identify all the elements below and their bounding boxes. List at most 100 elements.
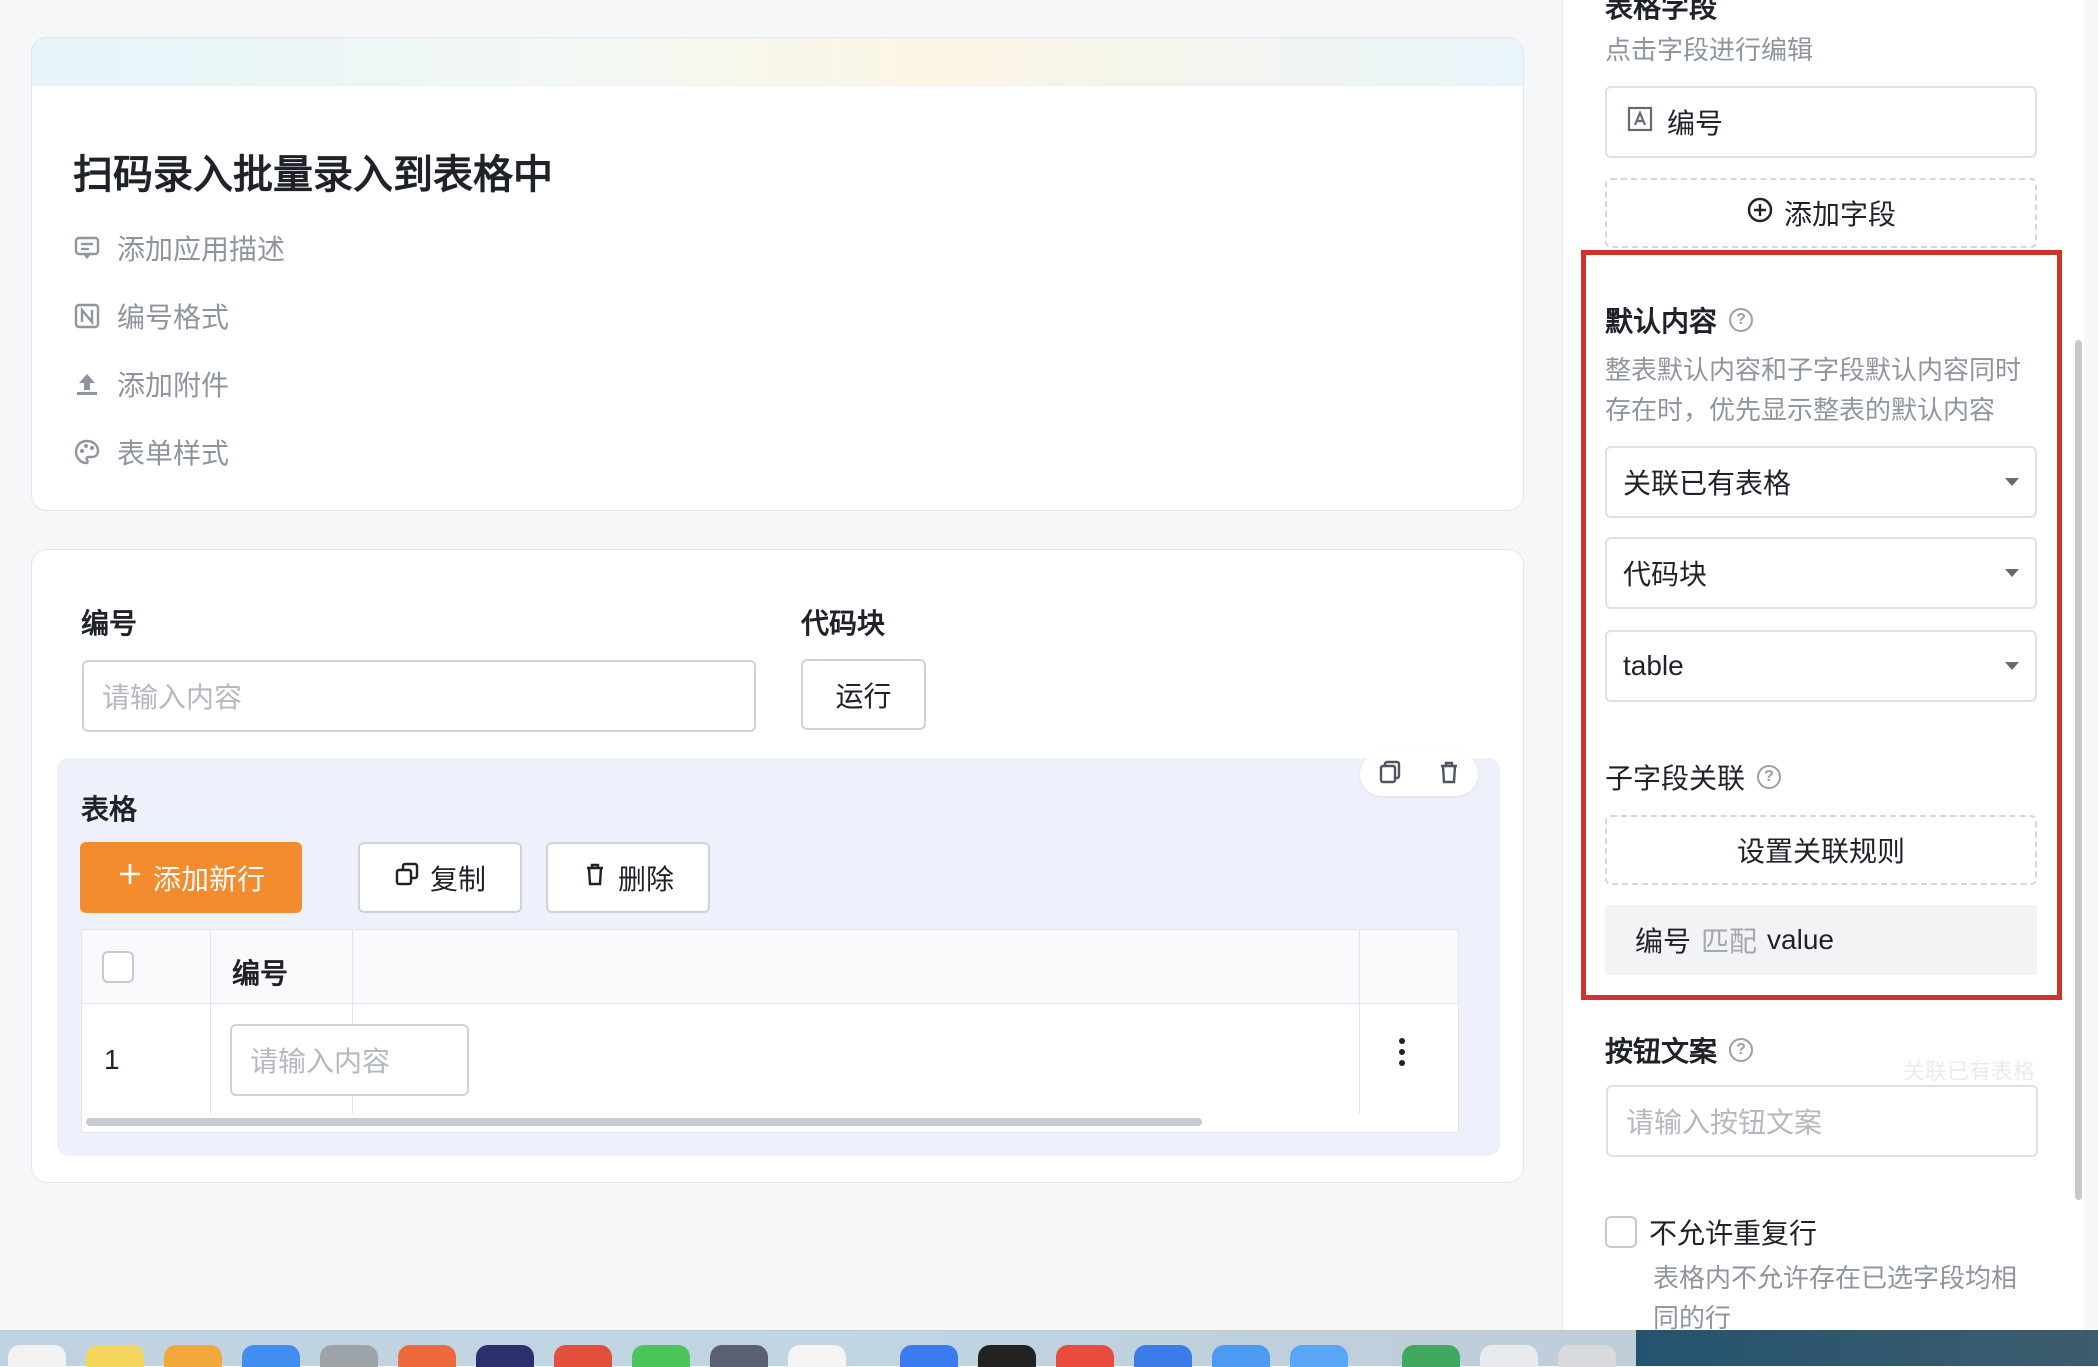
chrome-icon[interactable]	[554, 1345, 612, 1367]
rule-left-field: 编号	[1635, 926, 1692, 957]
copy-rows-button[interactable]: 复制	[358, 842, 522, 913]
set-link-rule-button[interactable]: 设置关联规则	[1605, 815, 2037, 885]
help-icon[interactable]: ?	[1729, 1038, 1754, 1062]
delete-label: 删除	[617, 863, 674, 895]
table-fields-hint: 点击字段进行编辑	[1605, 35, 1814, 65]
plus-icon	[117, 861, 143, 894]
button-text-heading: 按钮文案 ?	[1605, 1030, 1754, 1070]
code-block-label: 代码块	[801, 608, 886, 639]
panel-scrollbar[interactable]	[2075, 340, 2082, 1200]
pages-icon[interactable]	[164, 1345, 222, 1367]
no-duplicate-checkbox[interactable]	[1605, 1216, 1637, 1248]
upload-icon	[73, 370, 101, 398]
button-text-title: 按钮文案	[1605, 1036, 1718, 1067]
select-all-checkbox[interactable]	[102, 951, 134, 983]
app-window: 扫码录入批量录入到表格中 添加应用描述 编号格式 添加附件 表单样式 编号 请输…	[0, 0, 2098, 1330]
preview-icon[interactable]	[1134, 1345, 1192, 1367]
table-fields-title: 表格字段	[1605, 0, 1718, 23]
more-icon[interactable]	[1399, 1038, 1405, 1071]
add-description-option[interactable]: 添加应用描述	[73, 228, 285, 268]
rule-operator: 匹配	[1701, 926, 1758, 957]
source-field-value: 代码块	[1623, 559, 1708, 590]
source-table-select[interactable]: table	[1605, 630, 2037, 702]
run-button[interactable]: 运行	[801, 659, 926, 730]
no-duplicate-label: 不允许重复行	[1649, 1218, 1818, 1249]
column-divider	[210, 930, 211, 1114]
option-label: 表单样式	[117, 438, 230, 469]
postman-icon[interactable]	[398, 1345, 456, 1367]
finder-icon[interactable]	[8, 1345, 66, 1367]
trash-icon[interactable]	[1436, 759, 1462, 790]
feishu-icon[interactable]	[1212, 1345, 1270, 1367]
sub-table: 编号 1 请输入内容	[81, 929, 1459, 1133]
no-duplicate-option[interactable]: 不允许重复行	[1605, 1212, 1817, 1252]
option-label: 添加附件	[117, 370, 230, 401]
drive-icon[interactable]	[788, 1345, 846, 1367]
form-fields-card: 编号 请输入内容 代码块 运行 表格 添加新行 复制 删除 编号 1 请输入内容	[31, 549, 1524, 1183]
default-content-hint-1: 整表默认内容和子字段默认内容同时	[1605, 355, 2022, 385]
sub-field-link-title: 子字段关联	[1605, 763, 1746, 794]
copy-icon	[394, 861, 420, 894]
default-mode-select[interactable]: 关联已有表格	[1605, 446, 2037, 518]
horizontal-scrollbar[interactable]	[86, 1118, 1202, 1126]
number-format-option[interactable]: 编号格式	[73, 296, 229, 336]
number-input[interactable]: 请输入内容	[82, 660, 756, 732]
chevron-down-icon	[2005, 662, 2019, 670]
dock	[0, 1330, 1636, 1367]
link-rule-item[interactable]: 编号 匹配 value	[1605, 905, 2037, 975]
default-mode-value: 关联已有表格	[1623, 468, 1792, 499]
copy-label: 复制	[429, 863, 486, 895]
ide-icon[interactable]	[476, 1345, 534, 1367]
default-content-heading: 默认内容 ?	[1605, 300, 1754, 340]
palette-icon	[73, 438, 101, 466]
help-icon[interactable]: ?	[1729, 308, 1754, 332]
app-store-icon[interactable]	[242, 1345, 300, 1367]
chevron-down-icon	[2005, 569, 2019, 577]
terminal-icon[interactable]	[978, 1345, 1036, 1367]
source-table-value: table	[1623, 650, 1684, 681]
form-title[interactable]: 扫码录入批量录入到表格中	[73, 142, 553, 200]
numbers-icon[interactable]	[1402, 1345, 1460, 1367]
messages-icon[interactable]	[632, 1345, 690, 1367]
safari-icon[interactable]	[1290, 1345, 1348, 1367]
form-editor: 扫码录入批量录入到表格中 添加应用描述 编号格式 添加附件 表单样式 编号 请输…	[0, 0, 1560, 1330]
field-item-label: 编号	[1667, 108, 1724, 139]
button-text-input[interactable]: 请输入按钮文案	[1606, 1085, 2038, 1157]
column-divider	[1359, 930, 1360, 1114]
number-format-icon	[73, 302, 101, 330]
field-settings-panel: 表格字段 点击字段进行编辑 编号 添加字段 默认内容 ? 整表默认内容和子字段默…	[1562, 0, 2084, 1330]
ghost-tooltip: 关联已有表格	[1903, 1059, 2036, 1084]
form-style-option[interactable]: 表单样式	[73, 432, 229, 472]
notes-icon[interactable]	[86, 1345, 144, 1367]
default-content-hint-2: 存在时，优先显示整表的默认内容	[1605, 395, 1996, 425]
source-field-select[interactable]: 代码块	[1605, 537, 2037, 609]
row-number-input[interactable]: 请输入内容	[230, 1024, 469, 1096]
table-field-block[interactable]: 表格 添加新行 复制 删除 编号 1 请输入内容	[57, 752, 1500, 1156]
text-field-icon	[1627, 106, 1653, 139]
no-duplicate-hint-1: 表格内不允许存在已选字段均相	[1653, 1263, 2018, 1293]
table-block-toolbar	[1360, 752, 1478, 796]
no-duplicate-hint-2: 同的行	[1653, 1303, 1732, 1330]
sub-field-link-heading: 子字段关联 ?	[1605, 757, 1782, 797]
settings-icon[interactable]	[320, 1345, 378, 1367]
form-banner	[32, 38, 1523, 86]
mail-icon[interactable]	[900, 1345, 958, 1367]
help-icon[interactable]: ?	[1757, 765, 1782, 789]
add-attachment-option[interactable]: 添加附件	[73, 364, 229, 404]
field-item-number[interactable]: 编号	[1605, 86, 2037, 158]
plus-circle-icon	[1746, 196, 1774, 231]
add-row-button[interactable]: 添加新行	[80, 842, 302, 913]
rule-right-field: value	[1767, 924, 1834, 955]
add-field-button[interactable]: 添加字段	[1605, 178, 2037, 248]
column-header-number: 编号	[232, 958, 289, 989]
trash-icon[interactable]	[1558, 1345, 1616, 1367]
office-icon[interactable]	[1056, 1345, 1114, 1367]
form-info-card: 扫码录入批量录入到表格中 添加应用描述 编号格式 添加附件 表单样式	[31, 37, 1524, 511]
document-icon[interactable]	[1480, 1345, 1538, 1367]
option-label: 编号格式	[117, 302, 230, 333]
copy-icon[interactable]	[1377, 759, 1403, 790]
browser-icon[interactable]	[710, 1345, 768, 1367]
row-index: 1	[104, 1044, 120, 1075]
delete-rows-button[interactable]: 删除	[546, 842, 710, 913]
table-header-row	[82, 930, 1458, 1004]
